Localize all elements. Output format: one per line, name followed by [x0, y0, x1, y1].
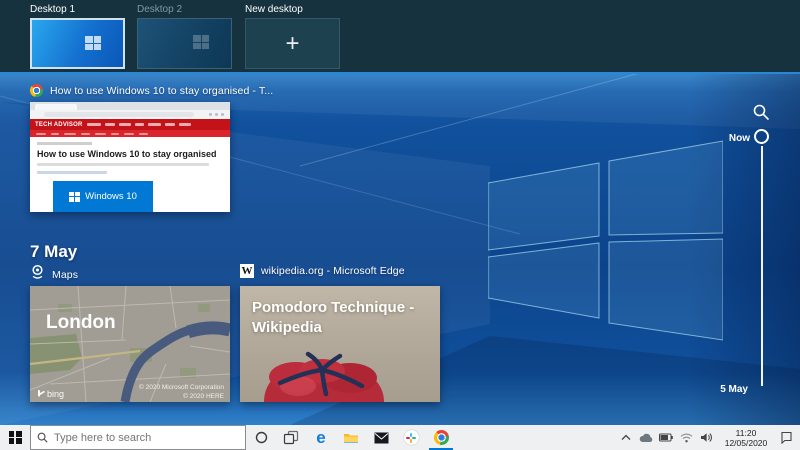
network-button[interactable]	[678, 433, 694, 443]
plus-icon: +	[285, 29, 300, 57]
edge-button[interactable]: e	[306, 425, 336, 450]
windows10-label: Windows 10	[85, 191, 137, 202]
onedrive-button[interactable]	[638, 433, 654, 443]
cortana-button[interactable]	[246, 425, 276, 450]
cortana-icon	[255, 431, 267, 444]
tomato-timer-image	[264, 351, 384, 402]
new-desktop-label: New desktop	[245, 4, 303, 15]
desktop-2[interactable]: Desktop 2	[137, 4, 232, 69]
slack-icon	[403, 430, 419, 445]
windows-logo-icon	[69, 191, 81, 202]
task-view-button[interactable]	[276, 425, 306, 450]
volume-button[interactable]	[698, 432, 714, 443]
taskbar-search-box[interactable]	[30, 425, 246, 450]
address-bar	[44, 112, 194, 117]
battery-icon	[659, 433, 673, 442]
map-attribution-1: © 2020 Microsoft Corporation	[139, 383, 224, 391]
edge-app-label: wikipedia.org - Microsoft Edge	[261, 265, 405, 277]
windows10-promo-image: Windows 10	[53, 181, 153, 212]
desktop-1-thumbnail[interactable]	[30, 18, 125, 69]
action-center-icon	[780, 431, 792, 444]
article-heading: How to use Windows 10 to stay organised	[37, 149, 217, 159]
wifi-icon	[680, 433, 692, 442]
browser-toolbar	[30, 110, 230, 119]
taskbar: e	[0, 425, 800, 450]
timeline-search-icon[interactable]	[752, 103, 770, 121]
wallpaper-windows-logo	[488, 140, 723, 341]
cloud-icon	[639, 433, 653, 442]
file-explorer-icon	[344, 433, 358, 443]
speaker-icon	[700, 433, 712, 442]
new-desktop-button[interactable]: +	[245, 18, 340, 69]
start-button[interactable]	[0, 425, 30, 450]
search-input[interactable]	[54, 431, 239, 444]
windows-logo-icon	[85, 36, 101, 50]
article-body: How to use Windows 10 to stay organised …	[30, 137, 230, 212]
start-windows-icon	[8, 431, 22, 444]
wiki-card-title: Pomodoro Technique - Wikipedia	[252, 299, 415, 336]
desktops-strip: Desktop 1 Desktop 2 New desktop +	[0, 0, 800, 72]
edge-group-header: W wikipedia.org - Microsoft Edge	[240, 264, 405, 278]
text-line-placeholder	[37, 171, 107, 174]
bing-logo-label: bing	[47, 389, 64, 399]
action-center-button[interactable]	[778, 431, 794, 444]
london-map-image: London bing © 2020 Microsoft Corporation…	[30, 286, 230, 402]
desktop-2-label: Desktop 2	[137, 4, 183, 15]
text-line-placeholder	[37, 163, 209, 166]
breadcrumb-placeholder	[37, 142, 92, 145]
techadvisor-banner: TECH ADVISOR	[30, 119, 230, 130]
map-attribution-2: © 2020 HERE	[183, 392, 225, 400]
desktop-1-label: Desktop 1	[30, 4, 76, 15]
edge-icon: e	[316, 428, 326, 447]
taskbar-clock[interactable]: 11:20 12/05/2020	[720, 428, 772, 448]
wikipedia-activity-card[interactable]: Pomodoro Technique - Wikipedia	[240, 286, 440, 402]
new-desktop[interactable]: New desktop +	[245, 4, 340, 69]
windows-logo-icon	[193, 35, 209, 49]
system-tray: 11:20 12/05/2020	[616, 425, 800, 450]
maps-activity-card[interactable]: London bing © 2020 Microsoft Corporation…	[30, 286, 230, 402]
clock-date: 12/05/2020	[724, 437, 768, 448]
chrome-button[interactable]	[426, 425, 456, 450]
chrome-window-group-header[interactable]: How to use Windows 10 to stay organised …	[30, 84, 273, 97]
maps-app-label: Maps	[52, 268, 79, 281]
desktop-2-thumbnail[interactable]	[137, 18, 232, 69]
maps-pin-icon	[30, 264, 45, 285]
search-icon	[37, 432, 48, 443]
task-view-screen: Desktop 1 Desktop 2 New desktop + How to…	[0, 0, 800, 450]
browser-tab-strip	[30, 102, 230, 110]
chrome-window-title: How to use Windows 10 to stay organised …	[50, 84, 274, 97]
wikipedia-icon: W	[240, 264, 254, 278]
chrome-icon	[433, 430, 449, 445]
desktop-1[interactable]: Desktop 1	[30, 4, 125, 69]
scrubber-now-label: Now	[728, 133, 750, 144]
file-explorer-button[interactable]	[336, 425, 366, 450]
scrubber-track[interactable]	[761, 146, 763, 386]
techadvisor-subnav	[30, 130, 230, 137]
clock-time: 11:20	[735, 427, 757, 438]
techadvisor-brand: TECH ADVISOR	[35, 121, 83, 128]
scrubber-handle[interactable]	[754, 129, 769, 144]
tray-chevron-button[interactable]	[618, 434, 634, 441]
timeline-area: How to use Windows 10 to stay organised …	[0, 72, 800, 425]
task-view-icon	[283, 430, 299, 445]
timeline-date-header: 7 May	[30, 242, 78, 261]
slack-button[interactable]	[396, 425, 426, 450]
scrubber-end-label: 5 May	[720, 384, 748, 395]
map-card-title: London	[46, 312, 116, 333]
chrome-window-thumbnail[interactable]: TECH ADVISOR How to use Windows 10 to st…	[30, 102, 230, 212]
chrome-icon	[30, 84, 43, 97]
maps-group-header: Maps	[30, 264, 78, 285]
mail-button[interactable]	[366, 425, 396, 450]
mail-icon	[374, 432, 388, 443]
chevron-up-icon	[621, 434, 631, 440]
battery-button[interactable]	[658, 433, 674, 442]
